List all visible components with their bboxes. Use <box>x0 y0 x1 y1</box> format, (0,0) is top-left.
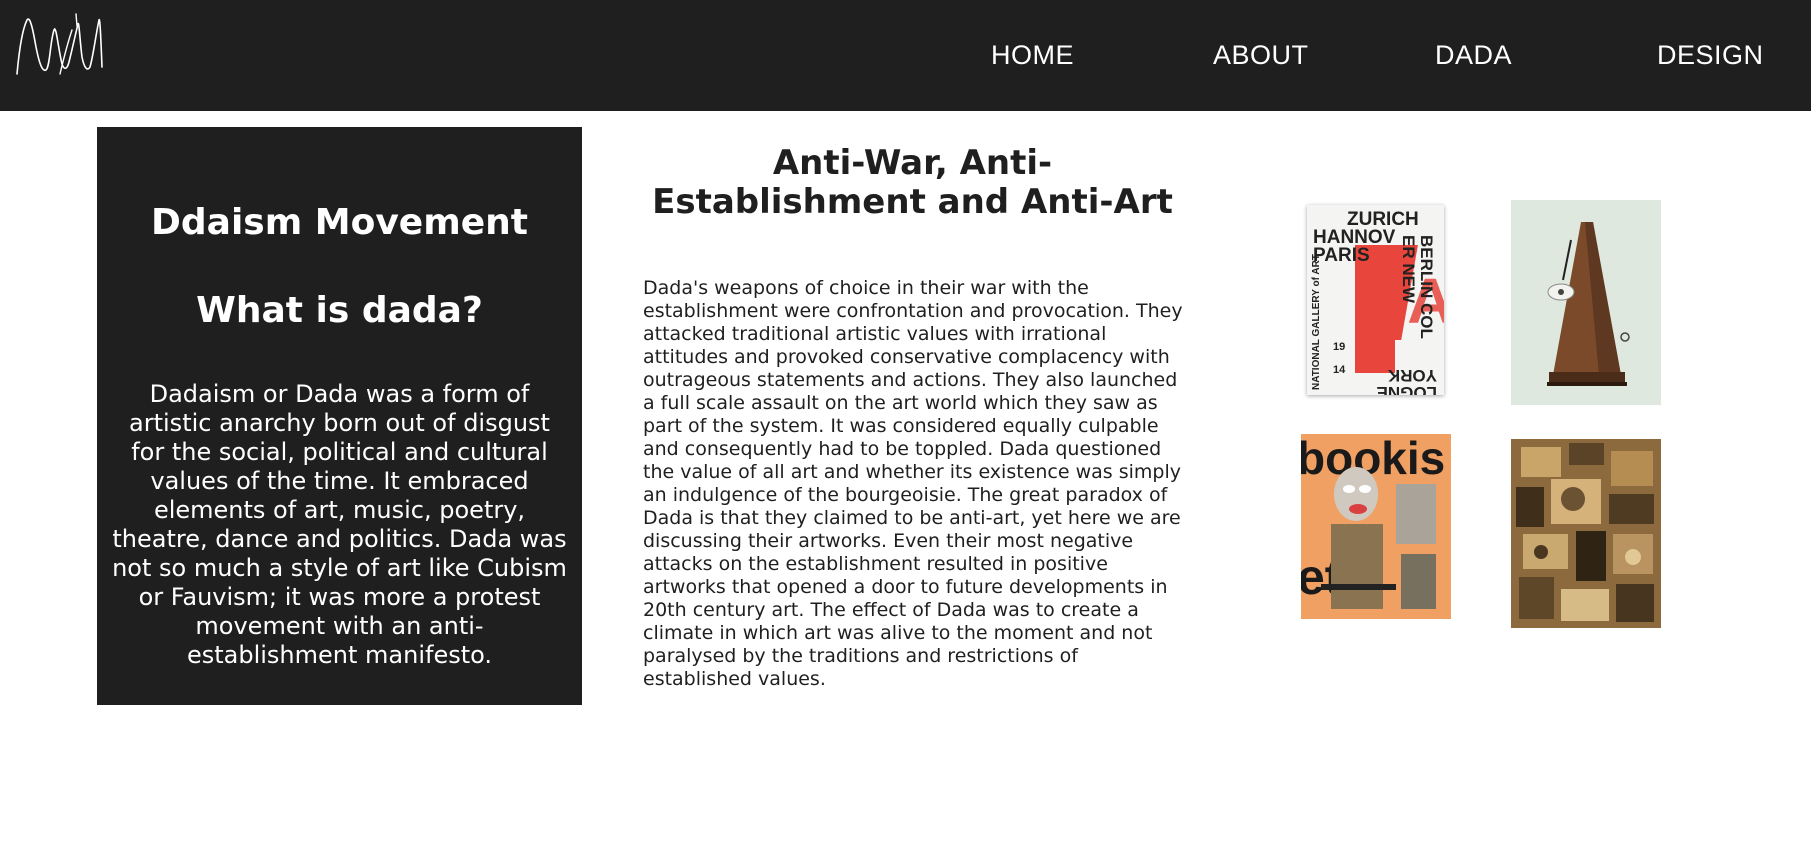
article-body-text: Dada's weapons of choice in their war wi… <box>643 277 1183 690</box>
dada-poster-image[interactable]: DA ZURICH HANNOV PARIS BERLIN COL ER NEW… <box>1307 205 1444 395</box>
panel-title: Ddaism Movement <box>151 202 528 243</box>
svg-text:ER NEW: ER NEW <box>1399 235 1418 304</box>
collage-figures-image[interactable]: bookis eto <box>1301 434 1451 619</box>
svg-text:YORK: YORK <box>1387 366 1437 385</box>
svg-text:19: 19 <box>1333 341 1345 353</box>
svg-text:14: 14 <box>1333 364 1346 376</box>
svg-text:BERLIN COL: BERLIN COL <box>1417 235 1436 339</box>
panel-subtitle: What is dada? <box>196 290 483 331</box>
nav-home-link[interactable]: HOME <box>991 40 1074 71</box>
nav-about-link[interactable]: ABOUT <box>1213 40 1309 71</box>
article-title: Anti-War, Anti-Establishment and Anti-Ar… <box>652 143 1173 222</box>
svg-text:bookis: bookis <box>1301 434 1445 484</box>
top-navbar: HOME ABOUT DADA DESIGN <box>0 0 1811 111</box>
logo-icon[interactable] <box>14 12 104 76</box>
nav-dada-link[interactable]: DADA <box>1435 40 1512 71</box>
photomontage-collage-image[interactable] <box>1511 439 1661 628</box>
intro-panel: Ddaism Movement What is dada? Dadaism or… <box>97 127 582 705</box>
svg-text:NATIONAL GALLERY of ART: NATIONAL GALLERY of ART <box>1311 254 1322 390</box>
panel-body-text: Dadaism or Dada was a form of artistic a… <box>112 380 567 669</box>
metronome-artwork-image[interactable] <box>1511 200 1661 405</box>
nav-design-link[interactable]: DESIGN <box>1657 40 1764 71</box>
